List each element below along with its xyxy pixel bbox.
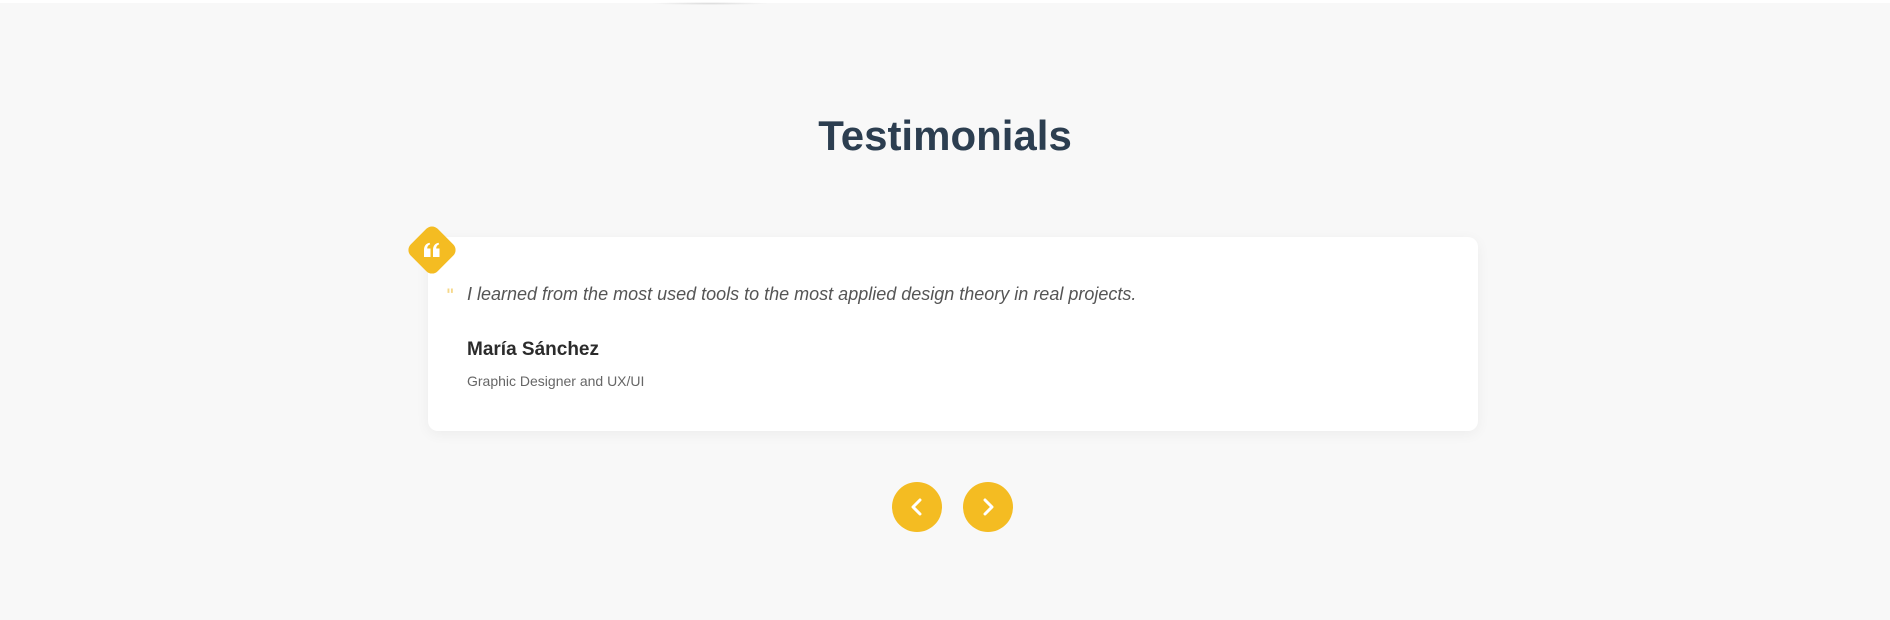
section-title: Testimonials [818, 112, 1072, 159]
testimonial-quote: I learned from the most used tools to th… [467, 284, 1137, 304]
author-role: Graphic Designer and UX/UI [467, 373, 645, 389]
top-divider [0, 0, 1890, 3]
next-testimonial-button[interactable] [963, 482, 1013, 532]
author-name: María Sánchez [467, 339, 599, 360]
chevron-right-icon [981, 498, 995, 516]
testimonial-card [428, 237, 1478, 431]
prev-testimonial-button[interactable] [892, 482, 942, 532]
top-divider-shadow [650, 2, 770, 5]
chevron-left-icon [910, 498, 924, 516]
quote-left-icon [413, 231, 451, 269]
quote-mark-icon: " [446, 285, 455, 304]
